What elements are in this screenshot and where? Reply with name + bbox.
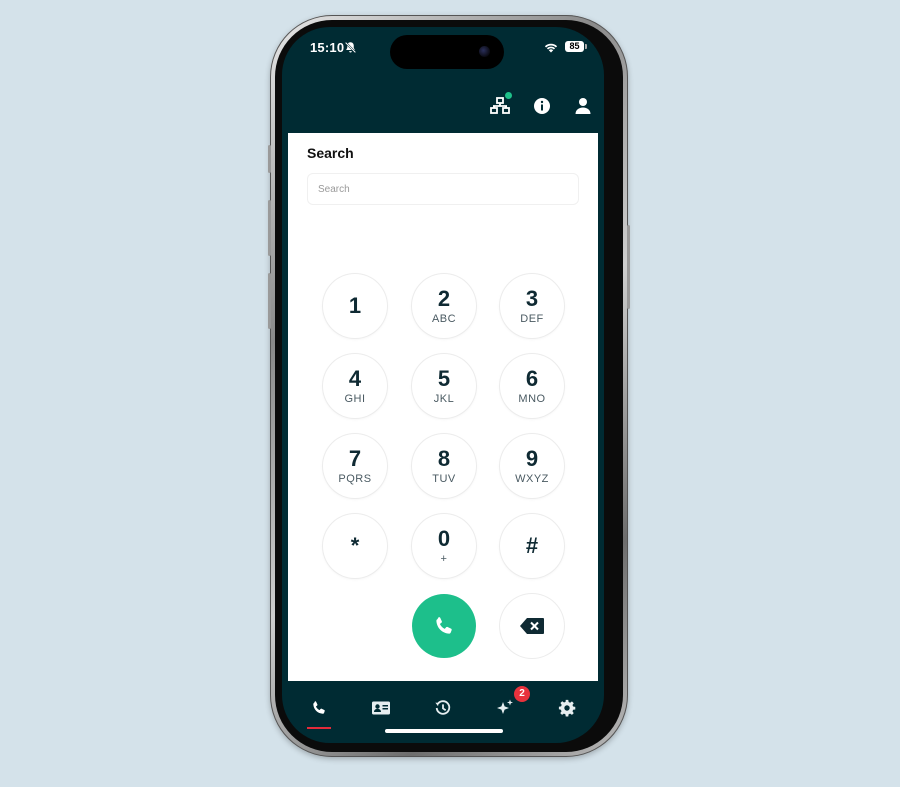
gear-icon — [558, 699, 576, 717]
active-tab-indicator — [307, 727, 331, 729]
info-icon — [534, 98, 550, 114]
key-letters: ABC — [431, 312, 457, 325]
key-digit: 2 — [437, 285, 451, 311]
key-star[interactable]: * — [323, 514, 387, 578]
key-2[interactable]: 2 ABC — [412, 274, 476, 338]
key-letters: PQRS — [338, 472, 372, 485]
volume-up-button — [268, 200, 271, 256]
dialer-content: Search 1 2 ABC 3 DEF 4 GHI — [288, 133, 598, 681]
key-digit: 6 — [525, 365, 539, 391]
user-icon — [575, 98, 591, 114]
phone-screen: 15:10 85 Search Search 1 2 ABC 3 DEF 4 G… — [282, 27, 604, 743]
backspace-icon — [520, 618, 544, 634]
key-letters: JKL — [433, 392, 455, 405]
mute-switch — [268, 145, 271, 173]
key-digit: 1 — [348, 293, 362, 318]
key-digit: 9 — [525, 445, 539, 471]
key-6[interactable]: 6 MNO — [500, 354, 564, 418]
key-3[interactable]: 3 DEF — [500, 274, 564, 338]
home-indicator[interactable] — [385, 729, 503, 733]
backspace-button[interactable] — [500, 594, 564, 658]
contact-card-icon — [372, 701, 390, 715]
key-1[interactable]: 1 — [323, 274, 387, 338]
key-letters: MNO — [518, 392, 546, 405]
key-letters: + — [440, 552, 448, 565]
key-7[interactable]: 7 PQRS — [323, 434, 387, 498]
key-hash[interactable]: # — [500, 514, 564, 578]
search-title: Search — [307, 145, 354, 161]
key-digit: 4 — [348, 365, 362, 391]
profile-button[interactable] — [572, 95, 594, 117]
tab-settings[interactable] — [549, 693, 585, 723]
key-digit: * — [350, 533, 360, 558]
phone-icon — [313, 701, 325, 714]
key-digit: 0 — [437, 525, 451, 551]
key-8[interactable]: 8 TUV — [412, 434, 476, 498]
tab-dialer[interactable] — [301, 693, 337, 723]
tab-history[interactable] — [425, 693, 461, 723]
key-digit: 3 — [525, 285, 539, 311]
volume-down-button — [268, 273, 271, 329]
key-digit: 5 — [437, 365, 451, 391]
key-digit: 7 — [348, 445, 362, 471]
key-digit: # — [525, 533, 539, 558]
key-digit: 8 — [437, 445, 451, 471]
bottom-tab-bar: 2 — [282, 681, 604, 743]
key-4[interactable]: 4 GHI — [323, 354, 387, 418]
info-button[interactable] — [531, 95, 553, 117]
key-5[interactable]: 5 JKL — [412, 354, 476, 418]
notification-badge: 2 — [514, 686, 530, 702]
key-letters: WXYZ — [515, 472, 549, 485]
sparkles-icon — [497, 699, 513, 714]
app-header — [282, 27, 604, 132]
key-9[interactable]: 9 WXYZ — [500, 434, 564, 498]
power-button — [627, 225, 630, 309]
phone-icon — [436, 617, 452, 634]
online-status-dot — [505, 92, 512, 99]
call-button[interactable] — [412, 594, 476, 658]
phone-frame: 15:10 85 Search Search 1 2 ABC 3 DEF 4 G… — [268, 15, 630, 757]
key-letters: GHI — [344, 392, 366, 405]
tab-contacts[interactable] — [363, 693, 399, 723]
key-letters: TUV — [432, 472, 456, 485]
history-icon — [435, 700, 451, 715]
key-letters: DEF — [520, 312, 544, 325]
key-0[interactable]: 0 + — [412, 514, 476, 578]
network-status-button[interactable] — [489, 92, 512, 117]
search-input[interactable] — [307, 173, 579, 205]
